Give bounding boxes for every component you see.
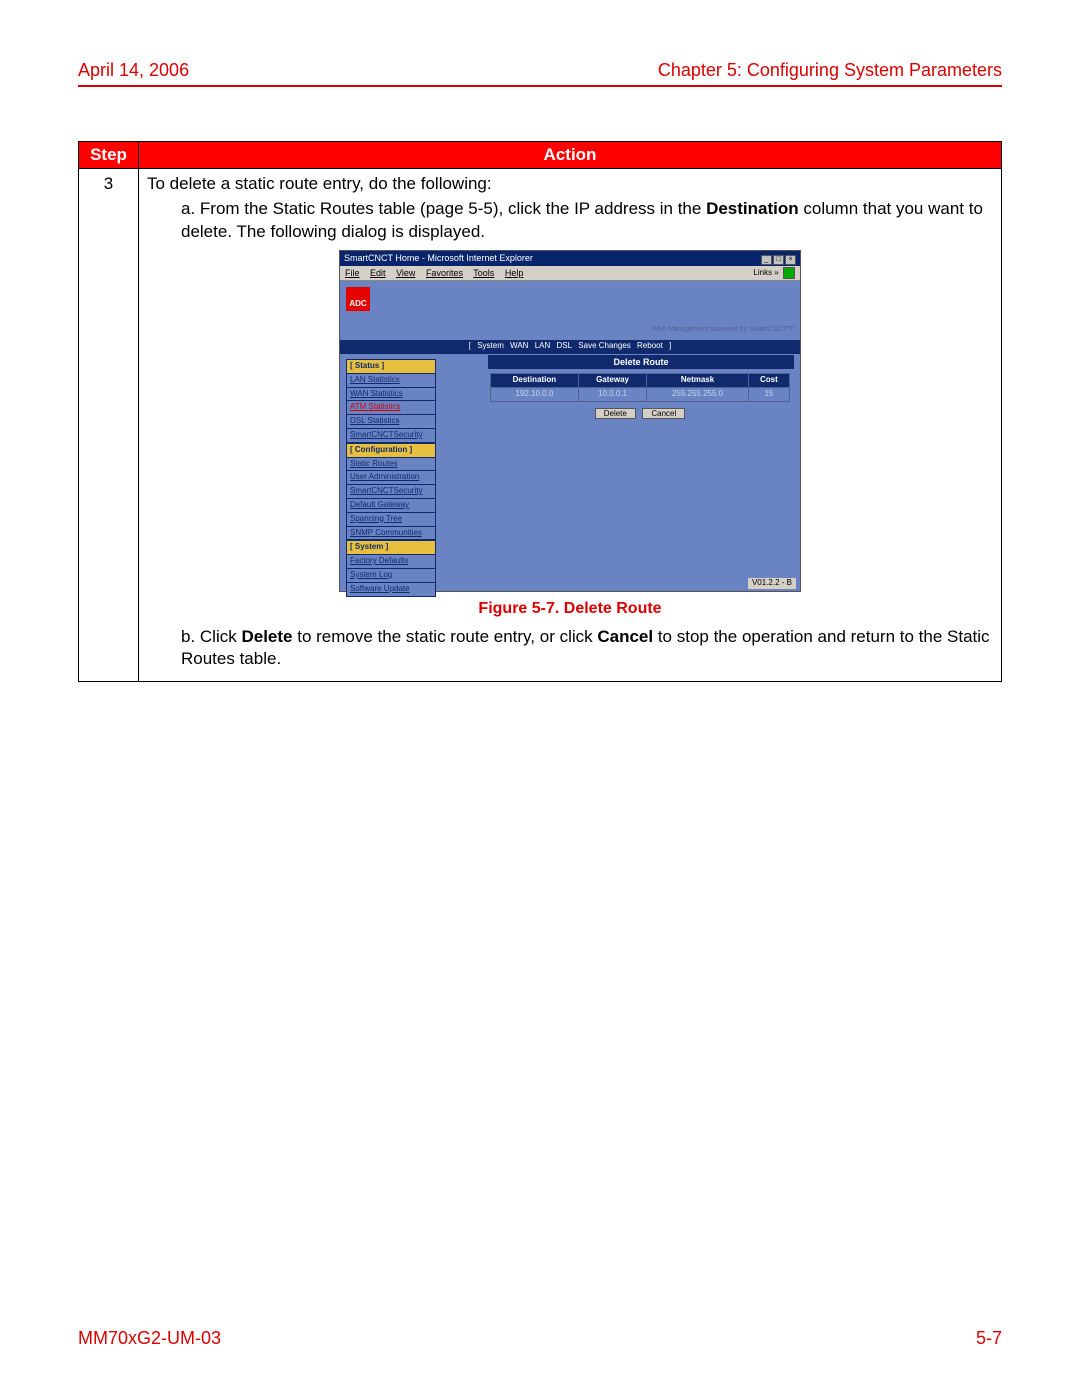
action-intro: To delete a static route entry, do the f… <box>147 173 993 196</box>
sidebar-system-header: [ System ] <box>346 540 436 555</box>
sidebar-item-spanning-tree[interactable]: Spanning Tree <box>346 513 436 527</box>
sidebar-item-factory[interactable]: Factory Defaults <box>346 555 436 569</box>
maximize-icon[interactable]: □ <box>773 255 784 265</box>
sidebar-item-lan-stats[interactable]: LAN Statistics <box>346 374 436 388</box>
header-date: April 14, 2006 <box>78 60 189 81</box>
cell-destination: 192.10.0.0 <box>491 387 579 401</box>
top-nav: [ System WAN LAN DSL Save Changes Reboot… <box>340 340 800 354</box>
sidebar-item-cfg-security[interactable]: SmartCNCTSecurity <box>346 485 436 499</box>
tagline: Web Management powered by SmartCNCT™ <box>652 325 794 334</box>
cell-netmask: 255.255.255.0 <box>647 387 749 401</box>
footer-page: 5-7 <box>976 1328 1002 1349</box>
window-titlebar: SmartCNCT Home - Microsoft Internet Expl… <box>340 251 800 266</box>
nav-wan[interactable]: WAN <box>510 341 528 350</box>
sidebar: [ Status ] LAN Statistics WAN Statistics… <box>346 359 436 597</box>
menu-view[interactable]: View <box>396 268 415 278</box>
nav-save[interactable]: Save Changes <box>578 341 630 350</box>
menu-file[interactable]: File <box>345 268 360 278</box>
sidebar-item-dsl-stats[interactable]: DSL Statistics <box>346 415 436 429</box>
menu-tools[interactable]: Tools <box>473 268 494 278</box>
sidebar-item-snmp[interactable]: SNMP Communities <box>346 527 436 541</box>
col-action: Action <box>139 142 1002 169</box>
sidebar-item-syslog[interactable]: System Log <box>346 569 436 583</box>
adc-logo: ADC <box>346 287 370 311</box>
sidebar-config-header: [ Configuration ] <box>346 443 436 458</box>
figure-caption: Figure 5-7. Delete Route <box>147 598 993 620</box>
window-title: SmartCNCT Home - Microsoft Internet Expl… <box>344 252 533 264</box>
step-action-table: Step Action 3 To delete a static route e… <box>78 141 1002 682</box>
sidebar-status-header: [ Status ] <box>346 359 436 374</box>
sidebar-item-wan-stats[interactable]: WAN Statistics <box>346 388 436 402</box>
col-step: Step <box>79 142 139 169</box>
window-buttons: _□× <box>760 252 796 265</box>
nav-dsl[interactable]: DSL <box>557 341 573 350</box>
nav-lan[interactable]: LAN <box>535 341 551 350</box>
sidebar-item-atm-stats[interactable]: ATM Statistics <box>346 401 436 415</box>
delete-button[interactable]: Delete <box>595 408 636 419</box>
links-bar: Links » <box>753 267 795 279</box>
cancel-button[interactable]: Cancel <box>642 408 685 419</box>
sidebar-item-user-admin[interactable]: User Administration <box>346 471 436 485</box>
th-cost: Cost <box>748 373 789 387</box>
menu-favorites[interactable]: Favorites <box>426 268 463 278</box>
th-netmask: Netmask <box>647 373 749 387</box>
screenshot-window: SmartCNCT Home - Microsoft Internet Expl… <box>339 250 801 592</box>
nav-system[interactable]: System <box>477 341 504 350</box>
sidebar-item-default-gw[interactable]: Default Gateway <box>346 499 436 513</box>
th-destination: Destination <box>491 373 579 387</box>
sidebar-item-security[interactable]: SmartCNCTSecurity <box>346 429 436 443</box>
sidebar-item-static-routes[interactable]: Static Routes <box>346 458 436 472</box>
cell-cost: 15 <box>748 387 789 401</box>
header-chapter: Chapter 5: Configuring System Parameters <box>658 60 1002 81</box>
th-gateway: Gateway <box>578 373 647 387</box>
menu-help[interactable]: Help <box>505 268 524 278</box>
menu-edit[interactable]: Edit <box>370 268 386 278</box>
substep-a: a. From the Static Routes table (page 5-… <box>181 198 993 244</box>
window-menubar: File Edit View Favorites Tools Help Link… <box>340 266 800 281</box>
close-icon[interactable]: × <box>785 255 796 265</box>
minimize-icon[interactable]: _ <box>761 255 772 265</box>
sidebar-item-swupdate[interactable]: Software Update <box>346 583 436 597</box>
footer-doc: MM70xG2-UM-03 <box>78 1328 221 1349</box>
action-cell: To delete a static route entry, do the f… <box>139 169 1002 682</box>
substep-b: b. Click Delete to remove the static rou… <box>181 626 993 672</box>
panel-title: Delete Route <box>488 355 794 369</box>
table-row[interactable]: 192.10.0.0 10.0.0.1 255.255.255.0 15 <box>491 387 790 401</box>
cell-gateway: 10.0.0.1 <box>578 387 647 401</box>
step-number: 3 <box>79 169 139 682</box>
browser-viewport: ADC Web Management powered by SmartCNCT™… <box>340 281 800 591</box>
go-icon[interactable] <box>783 267 795 279</box>
route-table: Destination Gateway Netmask Cost 192.10.… <box>490 373 790 402</box>
nav-reboot[interactable]: Reboot <box>637 341 663 350</box>
version-label: V01.2.2 - B <box>748 578 796 589</box>
